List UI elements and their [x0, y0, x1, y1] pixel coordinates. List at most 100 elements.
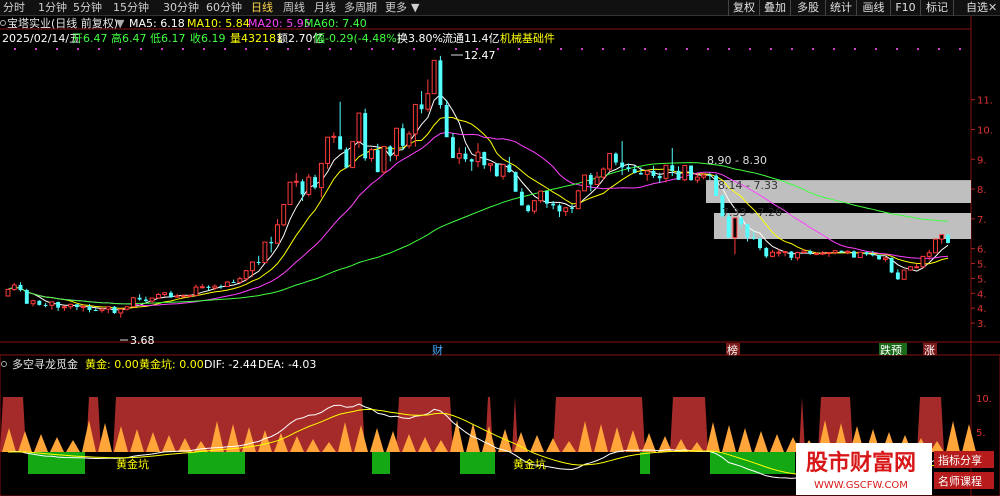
candle — [331, 132, 337, 143]
gold-bar — [706, 422, 720, 452]
price-tick-label: 7. — [977, 215, 987, 226]
gold-bar — [722, 425, 736, 452]
menu-arrow-icon[interactable]: ▼ — [116, 17, 125, 30]
signal-dot — [581, 48, 583, 50]
candle — [557, 203, 562, 218]
gold-bar — [962, 424, 976, 452]
candle — [689, 165, 694, 181]
pit-bar — [372, 452, 390, 474]
marker-drop-warning[interactable]: 跌预 — [880, 343, 902, 357]
low-label: 3.68 — [130, 334, 155, 347]
signal-dot — [938, 48, 940, 50]
candle — [363, 108, 368, 161]
indicator-axis-5: 5. — [976, 428, 986, 439]
signal-dot — [266, 48, 268, 50]
settings-dot-icon[interactable] — [0, 20, 6, 26]
signal-dot — [560, 48, 562, 50]
candle — [325, 136, 331, 169]
candle — [644, 170, 650, 181]
candle — [43, 302, 48, 308]
signal-dot — [623, 48, 625, 50]
candle — [262, 241, 268, 264]
candle — [575, 189, 581, 210]
candle — [782, 251, 788, 257]
candle — [187, 294, 193, 298]
gold-bar — [946, 421, 960, 452]
gold-bar — [770, 434, 784, 452]
signal-dot — [413, 48, 415, 50]
signal-dot — [224, 48, 226, 50]
signal-dot — [770, 48, 772, 50]
candle — [143, 296, 148, 302]
candle — [281, 204, 287, 227]
signal-dot — [539, 48, 541, 50]
pit-text-2: 黄金坑 — [513, 457, 546, 471]
candle — [381, 145, 387, 175]
candle — [826, 251, 832, 257]
signal-dot — [497, 48, 499, 50]
gold-bar — [754, 431, 768, 452]
candle — [663, 164, 669, 183]
candle — [231, 279, 236, 283]
candle — [56, 301, 61, 311]
candle — [789, 251, 794, 261]
candle — [889, 257, 894, 274]
candle — [475, 143, 481, 168]
candle — [607, 153, 613, 172]
signal-dot — [875, 48, 877, 50]
marker-finance[interactable]: 财 — [432, 343, 443, 357]
candle — [513, 171, 518, 192]
signal-dot — [665, 48, 667, 50]
candle — [293, 172, 299, 187]
indicator-settings-icon[interactable] — [1, 361, 7, 367]
marker-ranking[interactable]: 榜 — [727, 343, 738, 357]
candle — [37, 300, 42, 306]
candle — [907, 266, 913, 271]
candle — [832, 250, 838, 255]
ma10-label: MA10: 5.84 — [187, 17, 250, 30]
price-tick-label: 11. — [977, 96, 993, 107]
watermark-tag1[interactable]: 指标分享 — [938, 453, 982, 467]
candle — [425, 79, 431, 112]
signal-dot — [203, 48, 205, 50]
candle — [162, 292, 168, 297]
quote-low: 低6.17 — [150, 32, 186, 45]
zone3-label: 7.33 - 7.26 — [722, 206, 782, 219]
candle — [882, 256, 888, 262]
candle — [770, 249, 775, 258]
candle — [11, 282, 17, 291]
candle — [939, 234, 945, 244]
price-tick-label: 5. — [977, 260, 987, 271]
candle — [388, 145, 393, 162]
candle — [682, 164, 688, 181]
gold-bar — [34, 434, 48, 452]
watermark-tag2[interactable]: 名师课程 — [938, 474, 982, 488]
signal-dot — [707, 48, 709, 50]
marker-rise[interactable]: 涨 — [924, 344, 935, 357]
indicator-gold: 黄金: 0.00 — [85, 357, 139, 371]
candle — [237, 276, 243, 284]
candle — [444, 99, 449, 138]
quote-volume: 量432181 — [230, 32, 283, 45]
candle — [852, 250, 856, 258]
price-tick-label: 10. — [977, 125, 993, 136]
indicator-header: 多空寻龙觅金 黄金: 0.00 黄金坑: 0.00 DIF: -2.44 DEA… — [1, 357, 316, 371]
candle — [670, 147, 675, 176]
signal-dot — [896, 48, 898, 50]
candle — [531, 200, 537, 214]
candle — [30, 299, 36, 307]
candle — [61, 305, 67, 311]
candle — [18, 282, 23, 292]
candle — [24, 288, 29, 305]
high-label: 12.47 — [464, 49, 496, 62]
chart-canvas: 宝塔实业(日线 前复权) ▼ MA5: 6.18 MA10: 5.84 MA20… — [0, 16, 1000, 496]
watermark-title: 股市财富网 — [806, 450, 916, 476]
signal-dot — [287, 48, 289, 50]
candle — [287, 181, 293, 206]
pit-bar — [188, 452, 245, 474]
candle — [594, 171, 600, 186]
price-tick-label: 6. — [977, 245, 987, 256]
candle — [519, 188, 524, 206]
candle — [914, 263, 920, 269]
bull-bar — [670, 397, 708, 452]
